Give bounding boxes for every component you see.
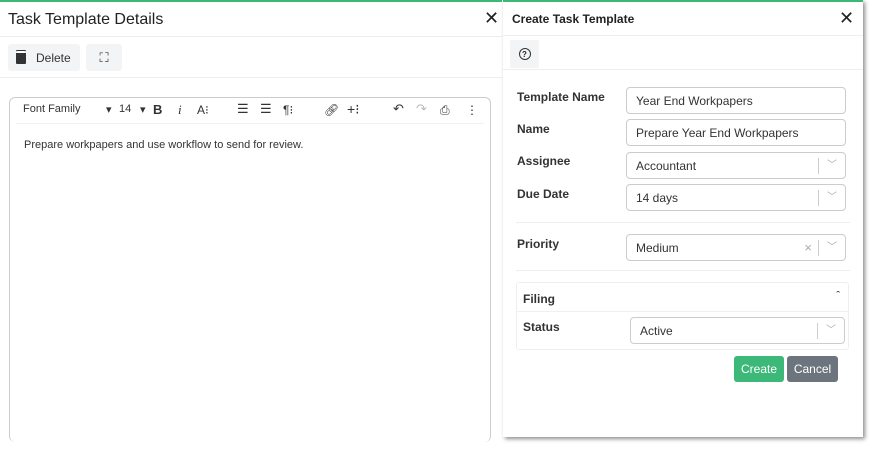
divider — [0, 77, 502, 78]
print-icon[interactable]: ⎙ — [440, 103, 450, 118]
redo-icon[interactable]: ↷ — [416, 101, 427, 117]
status-label: Status — [523, 320, 560, 334]
assignee-label: Assignee — [517, 154, 571, 168]
rich-text-editor[interactable]: Font Family ▾ 14 ▾ B i A⁝ ☰ ☰ ¶⁝ 🔗︎ +⁝ ↶… — [9, 97, 491, 442]
italic-icon[interactable]: i — [178, 102, 182, 118]
editor-content[interactable]: Prepare workpapers and use workflow to s… — [24, 139, 303, 151]
more-icon[interactable]: ⋮ — [466, 103, 478, 117]
status-select[interactable]: Active ﹀ — [630, 317, 845, 344]
text-style-icon[interactable]: A⁝ — [197, 103, 209, 117]
align-left-icon[interactable]: ☰ — [237, 101, 249, 117]
name-label: Name — [517, 122, 550, 136]
trash-icon — [16, 51, 26, 64]
priority-select[interactable]: Medium × ﹀ — [626, 234, 846, 261]
divider — [517, 311, 848, 312]
insert-icon[interactable]: +⁝ — [347, 101, 360, 118]
due-date-select[interactable]: 14 days ﹀ — [626, 184, 846, 211]
delete-label: Delete — [36, 50, 71, 65]
divider — [16, 123, 484, 124]
chevron-up-icon[interactable]: ˆ — [836, 290, 840, 302]
divider — [516, 222, 850, 223]
divider — [0, 36, 502, 37]
paragraph-icon[interactable]: ¶⁝ — [283, 103, 293, 117]
cancel-button[interactable]: Cancel — [787, 356, 838, 382]
priority-label: Priority — [517, 237, 560, 251]
editor-toolbar: Font Family ▾ 14 ▾ B i A⁝ ☰ ☰ ¶⁝ 🔗︎ +⁝ ↶… — [10, 98, 490, 123]
assignee-value: Accountant — [636, 159, 697, 173]
task-template-details-panel: Task Template Details ✕ Delete ⛶ Font Fa… — [0, 0, 502, 442]
expand-icon: ⛶ — [99, 49, 109, 65]
divider — [503, 35, 863, 36]
divider — [503, 69, 863, 70]
chevron-down-icon[interactable]: ﹀ — [818, 190, 845, 206]
assignee-select[interactable]: Accountant ﹀ — [626, 152, 846, 179]
font-size-select[interactable]: 14 — [119, 103, 131, 115]
create-button[interactable]: Create — [734, 356, 784, 382]
delete-button[interactable]: Delete — [8, 44, 80, 71]
undo-icon[interactable]: ↶ — [393, 101, 404, 117]
help-icon: ? — [518, 48, 531, 60]
close-icon[interactable]: ✕ — [839, 9, 854, 27]
filing-section: Filing ˆ Status Active ﹀ — [516, 282, 849, 350]
dropdown-icon[interactable]: ▾ — [106, 103, 112, 116]
bold-icon[interactable]: B — [153, 102, 162, 117]
fullscreen-button[interactable]: ⛶ — [86, 44, 122, 71]
close-icon[interactable]: ✕ — [484, 9, 499, 27]
name-input[interactable]: Prepare Year End Workpapers — [626, 119, 846, 146]
dropdown-icon[interactable]: ▾ — [140, 103, 146, 116]
template-name-input[interactable]: Year End Workpapers — [626, 87, 846, 114]
panel-title: Create Task Template — [512, 12, 635, 26]
help-button[interactable]: ? — [510, 40, 539, 68]
due-date-label: Due Date — [517, 187, 570, 201]
priority-value: Medium — [636, 241, 679, 255]
create-task-template-panel: Create Task Template ✕ ? Template Name Y… — [503, 0, 863, 437]
due-date-value: 14 days — [636, 191, 679, 205]
filing-title[interactable]: Filing — [523, 292, 555, 306]
link-icon[interactable]: 🔗︎ — [324, 103, 339, 117]
panel-title: Task Template Details — [8, 11, 164, 28]
status-value: Active — [640, 324, 673, 338]
divider — [516, 270, 850, 271]
template-name-label: Template Name — [517, 90, 605, 104]
chevron-down-icon[interactable]: ﹀ — [818, 158, 845, 174]
chevron-down-icon[interactable]: ﹀ — [818, 240, 845, 256]
chevron-down-icon[interactable]: ﹀ — [817, 323, 844, 339]
align-center-icon[interactable]: ☰ — [260, 101, 272, 117]
font-family-select[interactable]: Font Family — [23, 103, 80, 115]
clear-icon[interactable]: × — [804, 240, 812, 255]
